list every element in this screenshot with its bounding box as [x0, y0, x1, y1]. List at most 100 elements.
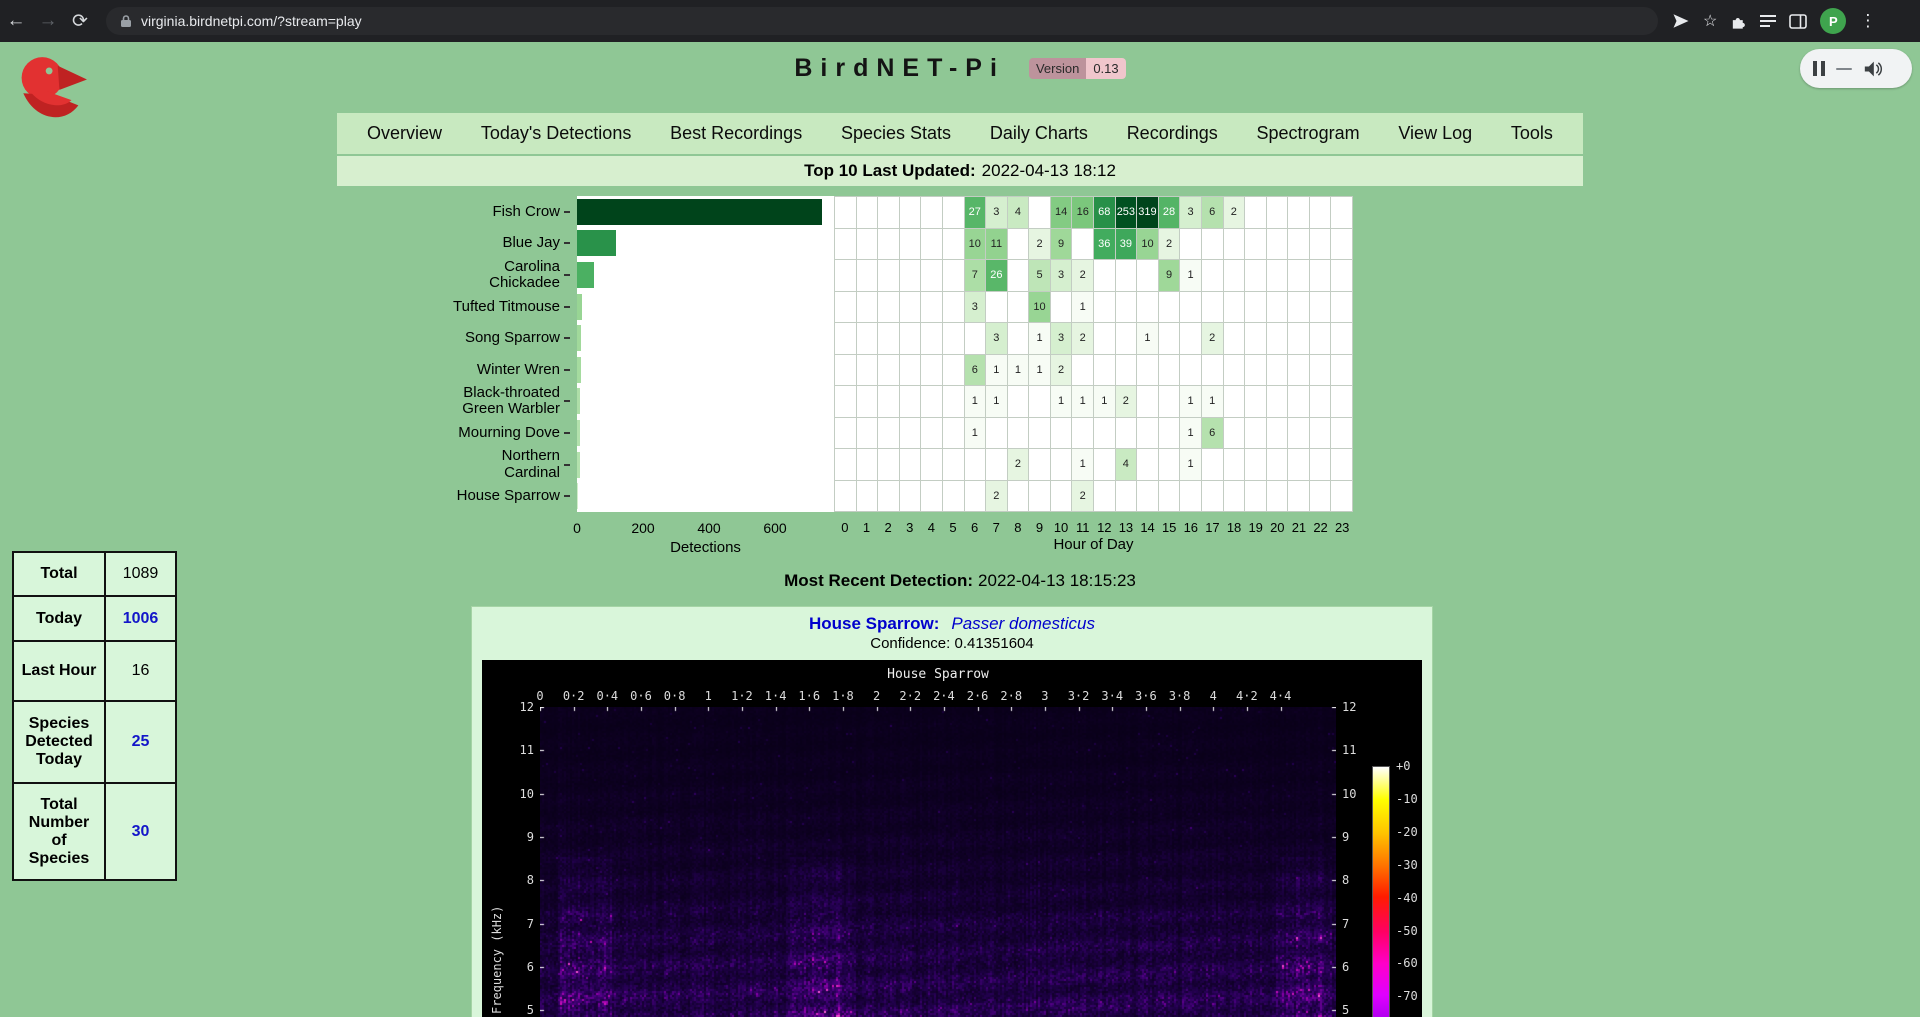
heatmap-cell [943, 197, 964, 228]
heatmap-cell [878, 292, 899, 323]
heatmap-cell [1094, 418, 1115, 449]
heatmap-cell [900, 386, 921, 417]
heatmap-cell [857, 229, 878, 260]
stat-value[interactable]: 30 [105, 783, 176, 880]
heatmap-cell [1116, 418, 1137, 449]
heatmap-cell [1008, 418, 1029, 449]
colorbar-label: -70 [1396, 989, 1418, 1003]
reading-list-icon[interactable] [1760, 14, 1776, 28]
heatmap-cell [1094, 323, 1115, 354]
heatmap-cell [900, 418, 921, 449]
heatmap-cell [1137, 355, 1158, 386]
heatmap-cell [878, 197, 899, 228]
heatmap-cell: 1 [1180, 260, 1201, 291]
heatmap-cell [1310, 355, 1331, 386]
heatmap-cell: 1 [965, 418, 986, 449]
heat-xtick-label: 6 [971, 520, 978, 535]
bar-xtick-label: 600 [763, 520, 786, 536]
heatmap-cell [835, 229, 856, 260]
heatmap-cell: 68 [1094, 197, 1115, 228]
top10-datetime: 2022-04-13 18:12 [982, 161, 1116, 181]
heatmap-cell [1245, 449, 1266, 480]
heatmap-cell: 2 [1072, 260, 1093, 291]
heatmap-cell [1008, 260, 1029, 291]
spectrogram-xtick-label: 0·4 [596, 689, 618, 703]
bar [577, 388, 580, 414]
y-tick-mark [564, 369, 570, 371]
species-link[interactable]: House Sparrow: [809, 614, 939, 633]
heatmap-cell: 2 [1029, 229, 1050, 260]
heatmap-cell: 1 [1051, 386, 1072, 417]
heatmap-cell [1245, 323, 1266, 354]
bookmark-star-icon[interactable]: ☆ [1703, 11, 1717, 31]
spectrogram-ytick-label: 8 [1342, 873, 1349, 887]
heatmap-cell [835, 449, 856, 480]
nav-item[interactable]: Spectrogram [1257, 123, 1360, 144]
species-label: Song Sparrow [260, 322, 560, 354]
heatmap-cell [878, 355, 899, 386]
stat-value[interactable]: 25 [105, 701, 176, 783]
heatmap-cell [1267, 481, 1288, 512]
heatmap-cell [900, 292, 921, 323]
seek-bar[interactable] [1836, 68, 1852, 70]
heatmap-cell [1288, 260, 1309, 291]
heatmap-cell [1202, 449, 1223, 480]
pause-button[interactable] [1813, 61, 1825, 76]
heatmap-cell [1008, 481, 1029, 512]
profile-avatar[interactable]: P [1820, 8, 1846, 34]
heatmap-cell [1137, 418, 1158, 449]
url-bar[interactable]: virginia.birdnetpi.com/?stream=play [106, 7, 1658, 35]
stat-value[interactable]: 1006 [105, 596, 176, 641]
heatmap-cell: 1 [986, 355, 1007, 386]
heatmap-cell [1310, 323, 1331, 354]
heatmap-cell [1331, 418, 1352, 449]
nav-item[interactable]: Tools [1511, 123, 1553, 144]
bar [577, 325, 581, 351]
heatmap-cell [1051, 418, 1072, 449]
heatmap-cell [1159, 292, 1180, 323]
extensions-icon[interactable] [1730, 13, 1747, 30]
stat-label: Last Hour [13, 641, 105, 701]
spectrogram-xtick-label: 2·2 [899, 689, 921, 703]
side-panel-icon[interactable] [1789, 14, 1807, 29]
nav-item[interactable]: Today's Detections [481, 123, 632, 144]
menu-icon[interactable]: ⋮ [1859, 11, 1876, 31]
heatmap-cell [1267, 418, 1288, 449]
scientific-name: Passer domesticus [951, 614, 1095, 633]
volume-icon[interactable] [1863, 60, 1883, 78]
colorbar-label: -10 [1396, 792, 1418, 806]
nav-item[interactable]: Recordings [1127, 123, 1218, 144]
heatmap-cell [1224, 292, 1245, 323]
heatmap: 2734141668253319283621011293639102726532… [834, 196, 1353, 512]
nav-item[interactable]: Daily Charts [990, 123, 1088, 144]
heatmap-cell [857, 449, 878, 480]
heatmap-cell: 1 [1202, 386, 1223, 417]
nav-item[interactable]: Best Recordings [670, 123, 802, 144]
back-button[interactable]: ← [0, 10, 32, 32]
most-recent-datetime: 2022-04-13 18:15:23 [978, 571, 1136, 590]
send-icon[interactable] [1672, 12, 1690, 30]
heatmap-cell: 1 [1180, 418, 1201, 449]
heatmap-cell [1310, 386, 1331, 417]
nav-item[interactable]: Species Stats [841, 123, 951, 144]
bar [577, 452, 580, 478]
audio-player[interactable] [1800, 49, 1912, 88]
heatmap-cell [1245, 418, 1266, 449]
spectrogram-ytick-label: 11 [496, 743, 534, 757]
forward-button[interactable]: → [32, 10, 64, 32]
heatmap-cell: 2 [1072, 323, 1093, 354]
stats-row: Species Detected Today25 [13, 701, 176, 783]
y-tick-mark [564, 432, 570, 434]
nav-item[interactable]: Overview [367, 123, 442, 144]
spectrogram-ylabel: Frequency (kHz) [490, 906, 504, 1014]
reload-button[interactable]: ⟳ [64, 10, 96, 33]
spectrogram-xtick-label: 1·4 [765, 689, 787, 703]
heatmap-cell: 5 [1029, 260, 1050, 291]
stats-table: Total1089Today1006Last Hour16Species Det… [12, 551, 177, 881]
y-tick-mark [564, 306, 570, 308]
heat-xtick-label: 23 [1335, 520, 1349, 535]
heatmap-cell [878, 260, 899, 291]
heatmap-cell [1267, 323, 1288, 354]
heatmap-cell [1159, 323, 1180, 354]
nav-item[interactable]: View Log [1398, 123, 1472, 144]
